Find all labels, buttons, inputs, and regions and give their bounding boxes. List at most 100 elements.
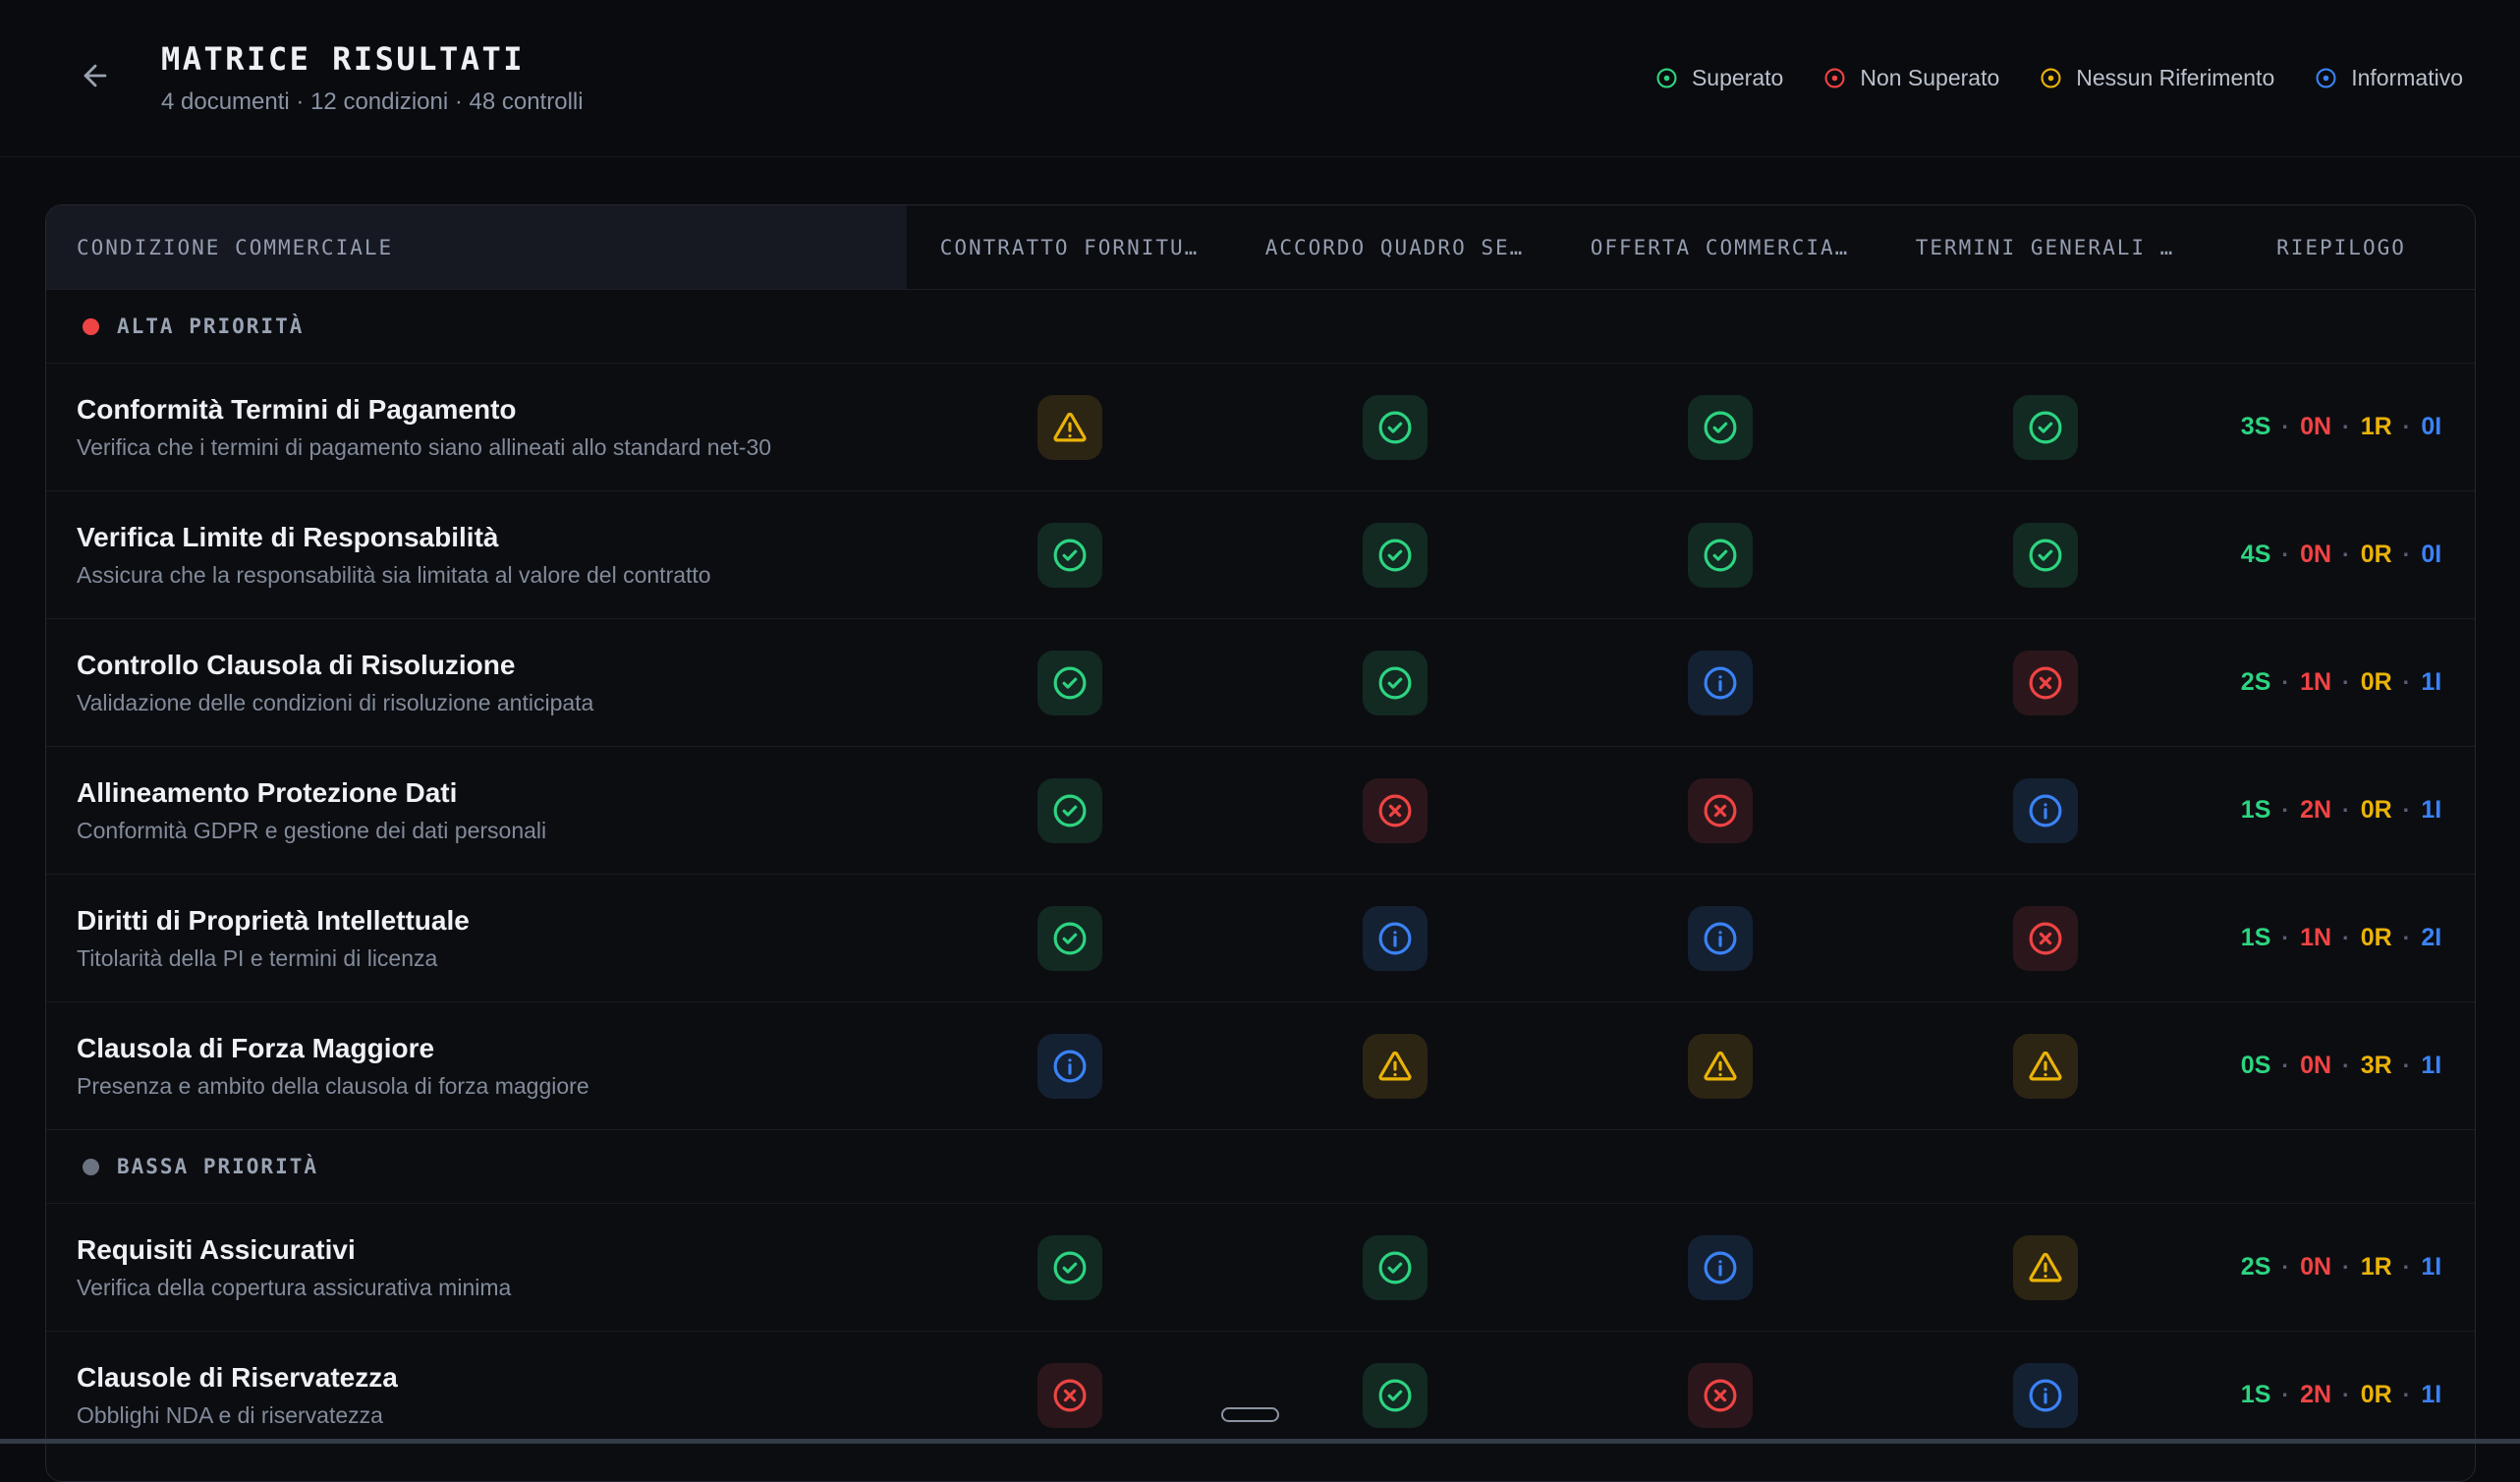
result-cell <box>907 395 1232 460</box>
status-badge-info[interactable] <box>1688 906 1753 971</box>
column-header-document-3[interactable]: OFFERTA COMMERCIA… <box>1557 205 1882 289</box>
status-badge-info[interactable] <box>1037 1034 1102 1099</box>
legend-label: Nessun Riferimento <box>2076 65 2274 91</box>
result-cell <box>907 778 1232 843</box>
status-badge-fail[interactable] <box>1037 1363 1102 1428</box>
status-badge-info[interactable] <box>2013 1363 2078 1428</box>
condition-cell: Requisiti AssicurativiVerifica della cop… <box>46 1234 907 1301</box>
circle-check-icon <box>1376 1377 1414 1414</box>
column-header-document-4[interactable]: TERMINI GENERALI … <box>1882 205 2208 289</box>
matrix-body: ALTA PRIORITÀConformità Termini di Pagam… <box>46 290 2475 1458</box>
summary-separator: · <box>2281 925 2289 951</box>
status-badge-noref[interactable] <box>2013 1034 2078 1099</box>
condition-subtitle: Verifica che i termini di pagamento sian… <box>77 434 907 461</box>
summary-count-info: 1I <box>2421 668 2441 697</box>
summary-count-pass: 1S <box>2241 796 2271 825</box>
matrix-row[interactable]: Verifica Limite di Responsabilità Assicur… <box>46 490 2475 618</box>
result-cell <box>1557 1034 1882 1099</box>
result-cell <box>1232 778 1557 843</box>
condition-title: Verifica Limite di Responsabilità <box>77 522 907 553</box>
status-badge-fail[interactable] <box>1688 778 1753 843</box>
status-badge-pass[interactable] <box>1037 906 1102 971</box>
circle-check-icon <box>1051 920 1089 957</box>
status-badge-noref[interactable] <box>1363 1034 1428 1099</box>
back-button[interactable] <box>72 52 119 99</box>
status-badge-noref[interactable] <box>2013 1235 2078 1300</box>
status-badge-noref[interactable] <box>1037 395 1102 460</box>
summary-cell: 3S·0N·1R·0I <box>2208 413 2475 441</box>
circle-dot-icon <box>1654 66 1679 90</box>
summary-count-fail: 2N <box>2300 1381 2331 1409</box>
status-badge-info[interactable] <box>1688 1235 1753 1300</box>
condition-subtitle: Conformità GDPR e gestione dei dati pers… <box>77 818 907 844</box>
summary-separator: · <box>2403 925 2411 951</box>
summary-separator: · <box>2403 1254 2411 1281</box>
summary-count-info: 1I <box>2421 1381 2441 1409</box>
triangle-alert-icon <box>1702 1048 1739 1085</box>
matrix-row[interactable]: Controllo Clausola di RisoluzioneValidaz… <box>46 618 2475 746</box>
summary-count-fail: 1N <box>2300 668 2331 697</box>
status-badge-pass[interactable] <box>1688 523 1753 588</box>
result-cell <box>1232 1363 1557 1428</box>
summary-count-info: 0I <box>2421 413 2441 441</box>
column-header-document-2[interactable]: ACCORDO QUADRO SE… <box>1232 205 1557 289</box>
results-matrix: CONDIZIONE COMMERCIALECONTRATTO FORNITU…… <box>45 204 2476 1482</box>
result-cell <box>1882 651 2208 715</box>
status-badge-pass[interactable] <box>2013 395 2078 460</box>
condition-cell: Conformità Termini di PagamentoVerifica … <box>46 394 907 461</box>
column-header-document-1[interactable]: CONTRATTO FORNITU… <box>907 205 1232 289</box>
condition-subtitle: Presenza e ambito della clausola di forz… <box>77 1073 907 1100</box>
circle-check-icon <box>2027 537 2064 574</box>
result-cell <box>1882 906 2208 971</box>
status-badge-pass[interactable] <box>1037 778 1102 843</box>
condition-cell: Allineamento Protezione Dati Conformità G… <box>46 777 907 844</box>
condition-title: Allineamento Protezione Dati <box>77 777 907 809</box>
drag-handle[interactable] <box>1221 1407 1279 1422</box>
summary-separator: · <box>2342 542 2350 568</box>
circle-check-icon <box>1376 537 1414 574</box>
condition-title: Diritti di Proprietà Intellettuale <box>77 905 907 937</box>
status-badge-pass[interactable] <box>1037 523 1102 588</box>
summary-separator: · <box>2342 797 2350 824</box>
status-badge-noref[interactable] <box>1688 1034 1753 1099</box>
summary-count-info: 0I <box>2421 541 2441 569</box>
condition-subtitle: Assicura che la responsabilità sia limit… <box>77 562 907 589</box>
status-badge-fail[interactable] <box>1688 1363 1753 1428</box>
status-badge-info[interactable] <box>1363 906 1428 971</box>
status-badge-info[interactable] <box>1688 651 1753 715</box>
status-badge-info[interactable] <box>2013 778 2078 843</box>
column-header-riepilogo[interactable]: RIEPILOGO <box>2208 205 2475 289</box>
status-badge-pass[interactable] <box>1037 1235 1102 1300</box>
status-badge-pass[interactable] <box>1363 523 1428 588</box>
matrix-row[interactable]: Requisiti AssicurativiVerifica della cop… <box>46 1203 2475 1331</box>
matrix-row[interactable]: Allineamento Protezione Dati Conformità G… <box>46 746 2475 874</box>
result-cell <box>1882 1034 2208 1099</box>
result-cell <box>1557 906 1882 971</box>
column-header-condition[interactable]: CONDIZIONE COMMERCIALE <box>46 205 907 289</box>
circle-info-icon <box>1702 920 1739 957</box>
status-badge-pass[interactable] <box>1363 1235 1428 1300</box>
status-badge-pass[interactable] <box>2013 523 2078 588</box>
circle-check-icon <box>1051 537 1089 574</box>
summary-cell: 1S·2N·0R·1I <box>2208 1381 2475 1409</box>
matrix-row[interactable]: Conformità Termini di PagamentoVerifica … <box>46 363 2475 490</box>
status-badge-fail[interactable] <box>2013 651 2078 715</box>
status-badge-pass[interactable] <box>1363 395 1428 460</box>
status-badge-pass[interactable] <box>1688 395 1753 460</box>
summary-separator: · <box>2281 1053 2289 1079</box>
matrix-row[interactable]: Diritti di Proprietà IntellettualeTitola… <box>46 874 2475 1001</box>
circle-dot-icon <box>2039 66 2063 90</box>
status-badge-pass[interactable] <box>1363 1363 1428 1428</box>
status-badge-pass[interactable] <box>1037 651 1102 715</box>
legend-item-pass: Superato <box>1654 65 1783 91</box>
summary-count-pass: 0S <box>2241 1052 2271 1080</box>
condition-cell: Clausole di RiservatezzaObblighi NDA e d… <box>46 1362 907 1429</box>
status-badge-fail[interactable] <box>1363 778 1428 843</box>
status-badge-fail[interactable] <box>2013 906 2078 971</box>
triangle-alert-icon <box>2027 1249 2064 1286</box>
matrix-row[interactable]: Clausola di Forza MaggiorePresenza e amb… <box>46 1001 2475 1129</box>
summary-separator: · <box>2342 1254 2350 1281</box>
circle-check-icon <box>1051 792 1089 829</box>
status-badge-pass[interactable] <box>1363 651 1428 715</box>
circle-check-icon <box>1051 1249 1089 1286</box>
